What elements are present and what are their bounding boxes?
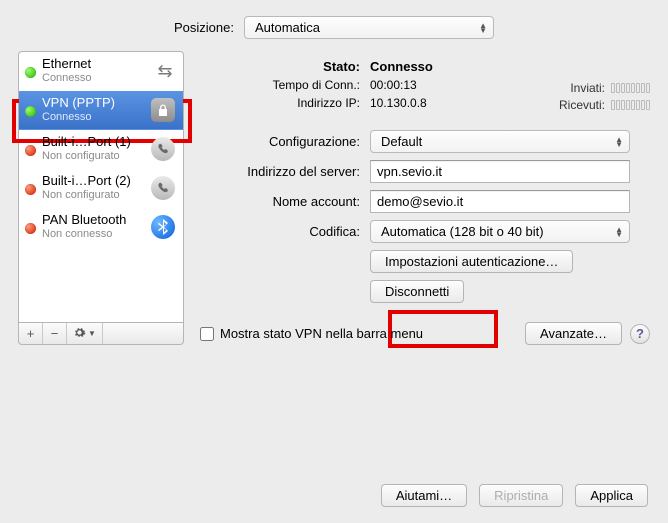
- phone-icon: [149, 135, 177, 163]
- network-item-vpn[interactable]: VPN (PPTP) Connesso: [19, 91, 183, 130]
- help-button[interactable]: ?: [630, 324, 650, 344]
- network-name: PAN Bluetooth: [42, 213, 143, 227]
- status-dot-icon: [25, 184, 36, 195]
- chevron-down-icon: ▼: [88, 329, 96, 338]
- show-vpn-menu-input[interactable]: [200, 327, 214, 341]
- encoding-label: Codifica:: [200, 224, 370, 239]
- question-icon: ?: [636, 326, 644, 341]
- network-item-port2[interactable]: Built-i…Port (2) Non configurato: [19, 169, 183, 208]
- status-value: Connesso: [370, 59, 511, 74]
- position-select-value: Automatica: [255, 20, 320, 35]
- chevron-updown-icon: ▲▼: [615, 137, 623, 147]
- sent-label: Inviati:: [551, 81, 605, 95]
- chevron-updown-icon: ▲▼: [615, 227, 623, 237]
- phone-icon: [149, 174, 177, 202]
- received-label: Ricevuti:: [551, 98, 605, 112]
- conn-time-label: Tempo di Conn.:: [200, 78, 370, 92]
- help-me-button[interactable]: Aiutami…: [381, 484, 467, 507]
- status-label: Stato:: [200, 59, 370, 74]
- actions-menu-button[interactable]: ▼: [67, 323, 103, 344]
- status-dot-icon: [25, 145, 36, 156]
- network-item-ethernet[interactable]: Ethernet Connesso ⇆: [19, 52, 183, 91]
- config-label: Configurazione:: [200, 134, 370, 149]
- list-toolbar: + − ▼: [18, 323, 184, 345]
- position-label: Posizione:: [174, 20, 234, 35]
- network-name: VPN (PPTP): [42, 96, 143, 110]
- ethernet-icon: ⇆: [153, 59, 177, 83]
- status-dot-icon: [25, 106, 36, 117]
- minus-icon: −: [51, 326, 59, 341]
- status-dot-icon: [25, 223, 36, 234]
- network-name: Built-i…Port (2): [42, 174, 143, 188]
- position-select[interactable]: Automatica ▲▼: [244, 16, 494, 39]
- network-status: Connesso: [42, 110, 143, 124]
- account-name-input[interactable]: [370, 190, 630, 213]
- network-item-bluetooth[interactable]: PAN Bluetooth Non connesso: [19, 208, 183, 247]
- conn-time-value: 00:00:13: [370, 78, 511, 92]
- bluetooth-icon: [149, 213, 177, 241]
- apply-button[interactable]: Applica: [575, 484, 648, 507]
- status-dot-icon: [25, 67, 36, 78]
- network-status: Connesso: [42, 71, 147, 85]
- server-label: Indirizzo del server:: [200, 164, 370, 179]
- disconnect-button[interactable]: Disconnetti: [370, 280, 464, 303]
- network-name: Ethernet: [42, 57, 147, 71]
- encoding-select[interactable]: Automatica (128 bit o 40 bit) ▲▼: [370, 220, 630, 243]
- network-item-port1[interactable]: Built-i…Port (1) Non configurato: [19, 130, 183, 169]
- network-list[interactable]: Ethernet Connesso ⇆ VPN (PPTP) Connesso: [18, 51, 184, 323]
- ip-value: 10.130.0.8: [370, 96, 511, 110]
- encoding-select-value: Automatica (128 bit o 40 bit): [381, 224, 544, 239]
- server-address-input[interactable]: [370, 160, 630, 183]
- sent-bars-icon: [611, 83, 650, 93]
- show-vpn-menu-label: Mostra stato VPN nella barra menu: [220, 326, 423, 341]
- account-label: Nome account:: [200, 194, 370, 209]
- add-network-button[interactable]: +: [19, 323, 43, 344]
- chevron-updown-icon: ▲▼: [479, 23, 487, 33]
- remove-network-button[interactable]: −: [43, 323, 67, 344]
- config-select[interactable]: Default ▲▼: [370, 130, 630, 153]
- received-bars-icon: [611, 100, 650, 110]
- network-status: Non configurato: [42, 188, 143, 202]
- network-status: Non configurato: [42, 149, 143, 163]
- auth-settings-button[interactable]: Impostazioni autenticazione…: [370, 250, 573, 273]
- plus-icon: +: [27, 326, 35, 341]
- config-select-value: Default: [381, 134, 422, 149]
- show-vpn-menu-checkbox[interactable]: Mostra stato VPN nella barra menu: [200, 326, 423, 341]
- revert-button[interactable]: Ripristina: [479, 484, 563, 507]
- advanced-button[interactable]: Avanzate…: [525, 322, 622, 345]
- network-name: Built-i…Port (1): [42, 135, 143, 149]
- ip-label: Indirizzo IP:: [200, 96, 370, 110]
- gear-icon: [73, 326, 86, 342]
- network-status: Non connesso: [42, 227, 143, 241]
- lock-icon: [149, 96, 177, 124]
